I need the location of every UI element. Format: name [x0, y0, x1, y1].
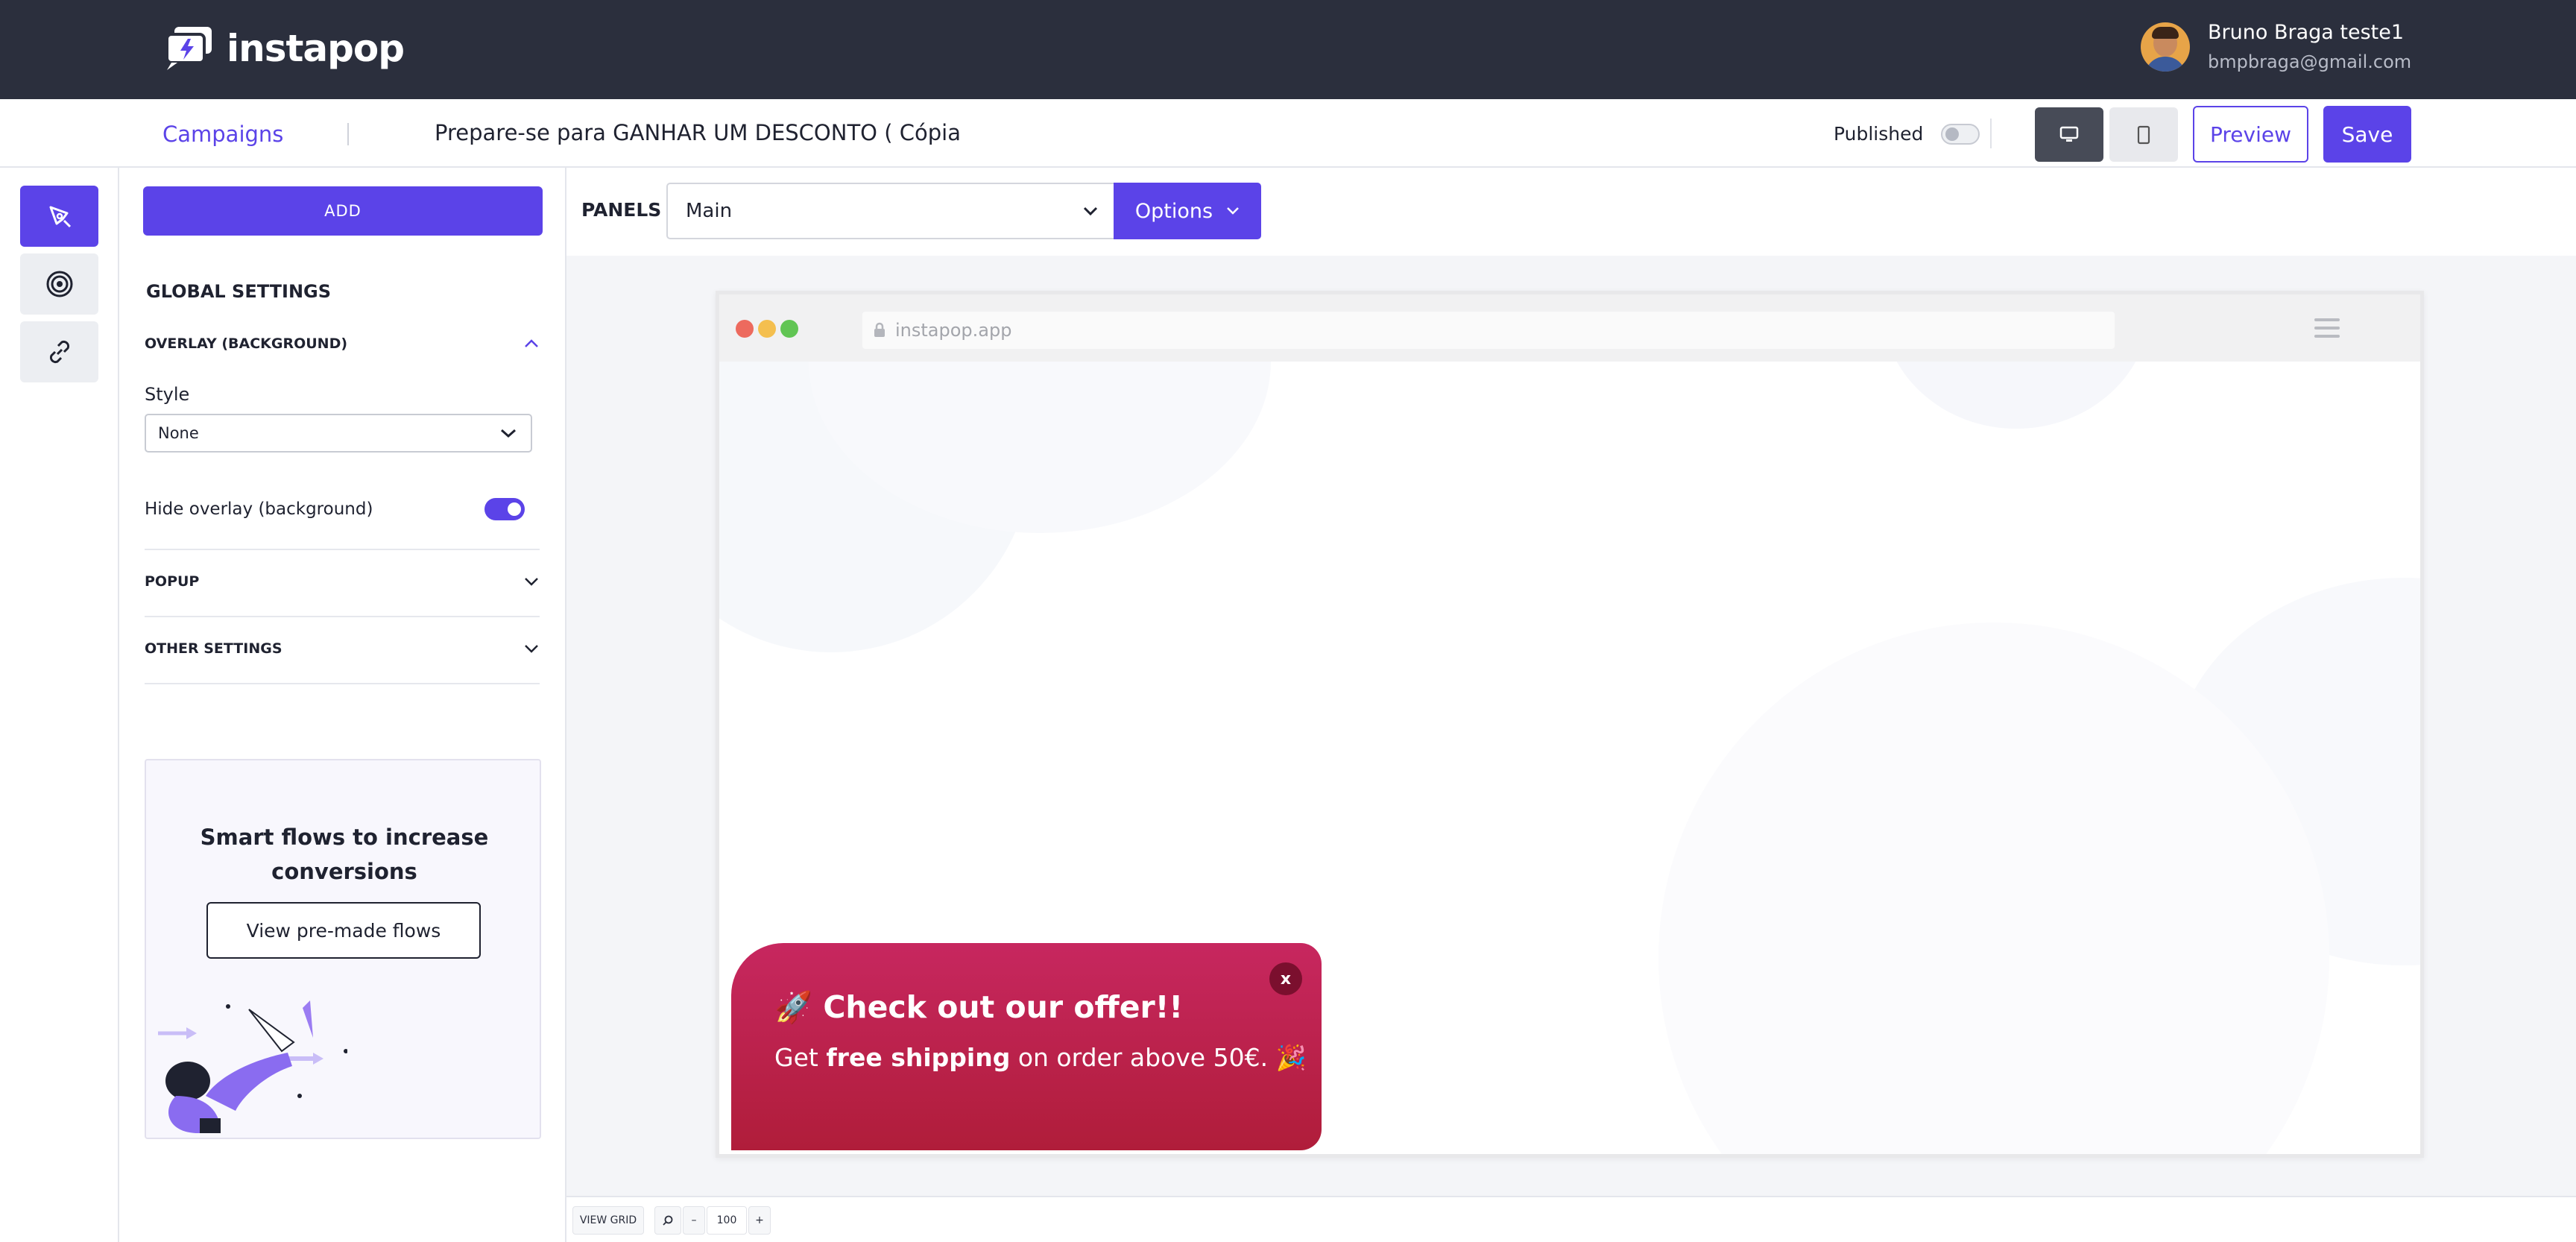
breadcrumb-separator: [347, 123, 349, 145]
campaign-title[interactable]: Prepare-se para GANHAR UM DESCONTO ( Cóp…: [435, 120, 961, 145]
panels-toolbar: PANELS Main Options: [566, 168, 2576, 256]
mobile-view-button[interactable]: [2109, 107, 2178, 162]
preview-button[interactable]: Preview: [2193, 106, 2308, 163]
section-divider: [145, 549, 540, 550]
promo-title: Smart flows to increase conversions: [200, 825, 489, 884]
zoom-level-input[interactable]: 100: [707, 1206, 747, 1235]
chevron-down-icon: [525, 578, 538, 586]
desktop-icon: [2059, 126, 2079, 142]
popup-text-bold: free shipping: [826, 1043, 1011, 1072]
address-bar: instapop.app: [862, 312, 2115, 349]
avatar[interactable]: [2141, 22, 2190, 72]
section-divider: [145, 683, 540, 684]
search-icon: [663, 1215, 673, 1226]
overlay-section-title: OVERLAY (BACKGROUND): [145, 335, 348, 352]
user-name: Bruno Braga teste1: [2208, 21, 2405, 44]
minimize-dot: [758, 320, 776, 338]
add-button[interactable]: ADD: [143, 186, 543, 236]
hide-overlay-row: Hide overlay (background): [145, 498, 525, 520]
style-select-value: None: [158, 424, 199, 442]
user-menu[interactable]: Bruno Braga teste1 bmpbraga@gmail.com: [2141, 21, 2411, 72]
hide-overlay-label: Hide overlay (background): [145, 499, 373, 519]
popup-title: 🚀 Check out our offer!!: [774, 989, 1184, 1025]
rail-design-button[interactable]: [20, 186, 98, 247]
section-divider: [145, 616, 540, 617]
tool-rail: [0, 168, 119, 1242]
view-pre-made-flows-button[interactable]: View pre-made flows: [206, 902, 481, 959]
popup-section-header[interactable]: POPUP: [145, 573, 540, 590]
hide-overlay-toggle[interactable]: [484, 498, 525, 520]
maximize-dot: [780, 320, 798, 338]
other-settings-section-title: OTHER SETTINGS: [145, 640, 282, 657]
chevron-up-icon: [525, 339, 538, 347]
offer-popup[interactable]: x 🚀 Check out our offer!! Get free shipp…: [731, 943, 1322, 1150]
chevron-down-icon: [1227, 207, 1239, 215]
published-toggle[interactable]: [1941, 123, 1980, 145]
hamburger-menu-icon: [2314, 318, 2340, 343]
popup-text: Get free shipping on order above 50€. 🎉: [774, 1043, 1307, 1072]
view-grid-button[interactable]: VIEW GRID: [572, 1206, 644, 1235]
panels-label: PANELS: [581, 199, 662, 221]
chevron-down-icon: [525, 645, 538, 653]
zoom-out-button[interactable]: –: [683, 1206, 705, 1235]
zoom-in-button[interactable]: +: [748, 1206, 771, 1235]
options-dropdown-button[interactable]: Options: [1114, 183, 1261, 239]
smart-flows-promo: Smart flows to increase conversions View…: [145, 759, 541, 1139]
rail-targeting-button[interactable]: [20, 253, 98, 315]
megaphone-illustration: [158, 1000, 347, 1133]
logo-icon: [165, 27, 212, 70]
published-label: Published: [1834, 123, 1924, 145]
chevron-down-icon: [501, 429, 516, 438]
style-label: Style: [145, 384, 190, 405]
browser-chrome: instapop.app: [719, 294, 2420, 362]
global-settings-heading: GLOBAL SETTINGS: [146, 281, 332, 302]
chevron-down-icon: [1083, 207, 1098, 216]
url-text: instapop.app: [895, 320, 1012, 341]
popup-section-title: POPUP: [145, 573, 200, 590]
user-email: bmpbraga@gmail.com: [2208, 51, 2412, 72]
logo-text: instapop: [227, 27, 405, 70]
browser-preview: instapop.app x 🚀 Check out our offer!! G…: [716, 291, 2424, 1158]
top-navbar: instapop Bruno Braga teste1 bmpbraga@gma…: [0, 0, 2576, 99]
panel-select-value: Main: [686, 200, 733, 222]
pen-tool-icon: [49, 206, 71, 228]
header-divider: [1990, 119, 1992, 148]
canvas-bottom-toolbar: VIEW GRID – 100 +: [566, 1196, 2576, 1242]
target-icon: [46, 271, 72, 297]
panel-select[interactable]: Main: [666, 183, 1115, 239]
published-control: Published: [1834, 123, 1980, 145]
desktop-view-button[interactable]: [2035, 107, 2103, 162]
settings-panel: ADD GLOBAL SETTINGS OVERLAY (BACKGROUND)…: [119, 168, 566, 1242]
campaign-header: Campaigns Prepare-se para GANHAR UM DESC…: [0, 99, 2576, 168]
options-label: Options: [1134, 199, 1213, 223]
mobile-icon: [2137, 125, 2150, 144]
style-select[interactable]: None: [145, 414, 532, 453]
save-button[interactable]: Save: [2323, 106, 2411, 163]
rail-integrations-button[interactable]: [20, 321, 98, 382]
popup-close-button[interactable]: x: [1269, 962, 1302, 995]
lock-icon: [874, 322, 885, 337]
app-logo[interactable]: instapop: [164, 25, 405, 72]
campaigns-breadcrumb-link[interactable]: Campaigns: [162, 122, 283, 147]
close-dot: [736, 320, 754, 338]
zoom-search-button[interactable]: [654, 1206, 681, 1235]
overlay-section-header[interactable]: OVERLAY (BACKGROUND): [145, 335, 540, 352]
other-settings-section-header[interactable]: OTHER SETTINGS: [145, 640, 540, 657]
link-icon: [49, 340, 69, 364]
